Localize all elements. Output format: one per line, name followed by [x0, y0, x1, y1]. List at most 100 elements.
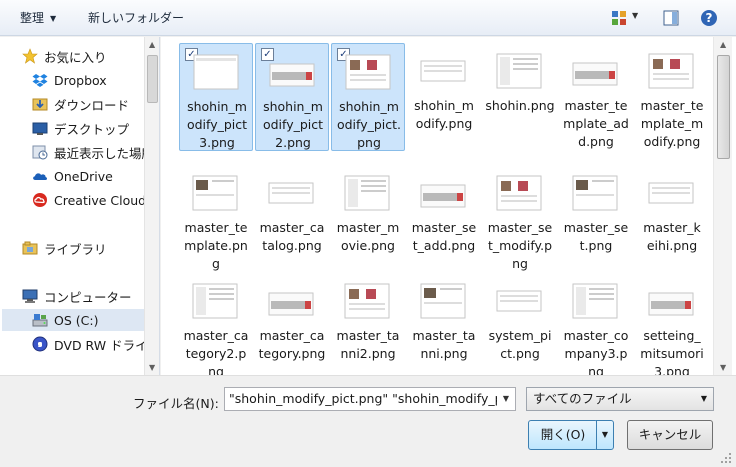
- file-item[interactable]: system_pi ct.png: [483, 273, 557, 375]
- nav-item-label: Dropbox: [54, 72, 107, 88]
- chevron-down-icon[interactable]: ▼: [497, 388, 515, 410]
- scroll-down-icon[interactable]: ▼: [149, 363, 155, 372]
- file-list: ✓ shohin_m odify_pict 3.png ✓ shohin_m odif…: [161, 37, 736, 375]
- image-thumbnail: [344, 173, 390, 213]
- image-thumbnail: [648, 281, 694, 321]
- file-name: shohin_m odify.png: [414, 98, 474, 131]
- file-name: system_pi ct.png: [488, 328, 552, 361]
- creative-cloud-icon: [33, 193, 47, 207]
- views-icon[interactable]: [610, 9, 628, 27]
- image-thumbnail: [192, 281, 238, 321]
- filetype-select[interactable]: すべてのファイル ▼: [526, 387, 714, 411]
- nav-item-label: 最近表示した場所: [54, 145, 155, 161]
- file-item[interactable]: master_ta nni.png: [407, 273, 481, 375]
- image-thumbnail: [420, 281, 466, 321]
- library-icon: [22, 241, 38, 255]
- nav-item-label: ダウンロード: [54, 97, 130, 113]
- file-item[interactable]: master_te mplate_ad d.png: [559, 43, 633, 151]
- file-item[interactable]: master_ta nni2.png: [331, 273, 405, 375]
- file-name: master_ca talog.png: [259, 220, 325, 253]
- file-item[interactable]: master_se t_add.png: [407, 165, 481, 273]
- file-item[interactable]: setteing_ mitsumori 3.png: [635, 273, 709, 375]
- file-name: shohin_m odify_pict. png: [336, 99, 402, 150]
- file-item[interactable]: master_co mpany3.p ng: [559, 273, 633, 375]
- resize-grip-icon[interactable]: [720, 452, 732, 464]
- cancel-button[interactable]: キャンセル: [627, 420, 713, 450]
- organize-label: 整理: [20, 11, 45, 25]
- image-thumbnail: [268, 173, 314, 213]
- file-item[interactable]: ✓ shohin_m odify_pict 3.png: [179, 43, 253, 151]
- filetype-value: すべてのファイル: [533, 391, 632, 406]
- file-name: master_ca tegory2.p ng: [183, 328, 249, 375]
- file-name: shohin_m odify_pict 2.png: [262, 99, 324, 150]
- file-item[interactable]: master_k eihi.png: [635, 165, 709, 273]
- scroll-thumb[interactable]: [147, 55, 158, 103]
- drive-icon: [32, 314, 48, 327]
- file-name: master_ca tegory.png: [258, 328, 326, 361]
- open-options-dropdown[interactable]: ▼: [596, 420, 614, 450]
- toolbar: 整理 ▼ 新しいフォルダー ▼ ?: [0, 0, 736, 36]
- help-icon[interactable]: ?: [700, 9, 718, 27]
- file-item[interactable]: shohin.png: [483, 43, 557, 151]
- file-item[interactable]: ✓ shohin_m odify_pict. png: [331, 43, 405, 151]
- chevron-down-icon: ▼: [601, 430, 609, 439]
- file-name: master_se t_add.png: [411, 220, 477, 253]
- file-item[interactable]: master_ca talog.png: [255, 165, 329, 273]
- file-list-scrollbar[interactable]: ▲ ▼: [713, 37, 732, 375]
- image-thumbnail: [345, 52, 391, 92]
- file-name: master_co mpany3.p ng: [563, 328, 629, 375]
- file-name: master_ta nni.png: [412, 328, 476, 361]
- nav-dvd-drive[interactable]: S DVD RW ドライブ: [32, 333, 159, 355]
- file-item[interactable]: master_se t.png: [559, 165, 633, 273]
- dropbox-icon: [32, 74, 48, 87]
- file-item[interactable]: master_se t_modify.p ng: [483, 165, 557, 273]
- file-item[interactable]: ✓ shohin_m odify_pict 2.png: [255, 43, 329, 151]
- nav-os-drive[interactable]: OS (C:): [2, 309, 144, 331]
- nav-desktop[interactable]: デスクトップ: [32, 117, 159, 139]
- scroll-up-icon[interactable]: ▲: [720, 40, 726, 49]
- scroll-thumb[interactable]: [717, 55, 730, 159]
- image-thumbnail: [496, 51, 542, 91]
- image-thumbnail: [420, 173, 466, 213]
- image-thumbnail: [572, 173, 618, 213]
- scroll-down-icon[interactable]: ▼: [720, 363, 726, 372]
- scroll-up-icon[interactable]: ▲: [149, 40, 155, 49]
- nav-downloads[interactable]: ダウンロード: [32, 93, 159, 115]
- image-thumbnail: [420, 51, 466, 91]
- nav-scrollbar[interactable]: ▲ ▼: [144, 37, 159, 375]
- nav-dropbox[interactable]: Dropbox: [32, 69, 159, 91]
- bottom-bar: ファイル名(N): "shohin_modify_pict.png" "shoh…: [0, 375, 736, 467]
- chevron-down-icon: ▼: [50, 14, 57, 23]
- download-folder-icon: [32, 98, 48, 111]
- views-dropdown-icon[interactable]: ▼: [632, 11, 638, 20]
- file-item[interactable]: master_te mplate_m odify.png: [635, 43, 709, 151]
- open-button[interactable]: 開く(O): [528, 420, 598, 450]
- nav-recent-places[interactable]: 最近表示した場所: [32, 141, 159, 163]
- filename-value: "shohin_modify_pict.png" "shohin_modify_…: [229, 391, 516, 406]
- navigation-pane: お気に入り Dropbox ダウンロード デスクトップ 最近表示した場所 One…: [0, 37, 160, 375]
- chevron-down-icon: ▼: [700, 394, 707, 403]
- organize-button[interactable]: 整理 ▼: [20, 9, 56, 27]
- image-thumbnail: [648, 173, 694, 213]
- preview-pane-icon[interactable]: [662, 9, 680, 27]
- image-thumbnail: [496, 281, 542, 321]
- nav-item-label: デスクトップ: [54, 121, 130, 137]
- nav-libraries[interactable]: ライブラリ: [22, 237, 159, 259]
- new-folder-button[interactable]: 新しいフォルダー: [88, 9, 184, 27]
- nav-onedrive[interactable]: OneDrive: [32, 165, 159, 187]
- nav-computer[interactable]: コンピューター: [22, 285, 159, 307]
- file-item[interactable]: master_te mplate.pn g: [179, 165, 253, 273]
- file-name: master_k eihi.png: [643, 220, 701, 253]
- file-item[interactable]: shohin_m odify.png: [407, 43, 481, 151]
- filename-input[interactable]: "shohin_modify_pict.png" "shohin_modify_…: [224, 387, 516, 411]
- file-name: setteing_ mitsumori 3.png: [640, 328, 704, 375]
- nav-item-label: コンピューター: [44, 289, 132, 305]
- nav-favorites[interactable]: お気に入り: [22, 45, 159, 67]
- file-name: master_se t.png: [563, 220, 629, 253]
- file-item[interactable]: master_m ovie.png: [331, 165, 405, 273]
- svg-text:S: S: [37, 341, 42, 349]
- file-item[interactable]: master_ca tegory.png: [255, 273, 329, 375]
- nav-item-label: OneDrive: [54, 168, 113, 184]
- file-item[interactable]: master_ca tegory2.p ng: [179, 273, 253, 375]
- nav-creative-cloud[interactable]: Creative Cloud: [32, 189, 159, 211]
